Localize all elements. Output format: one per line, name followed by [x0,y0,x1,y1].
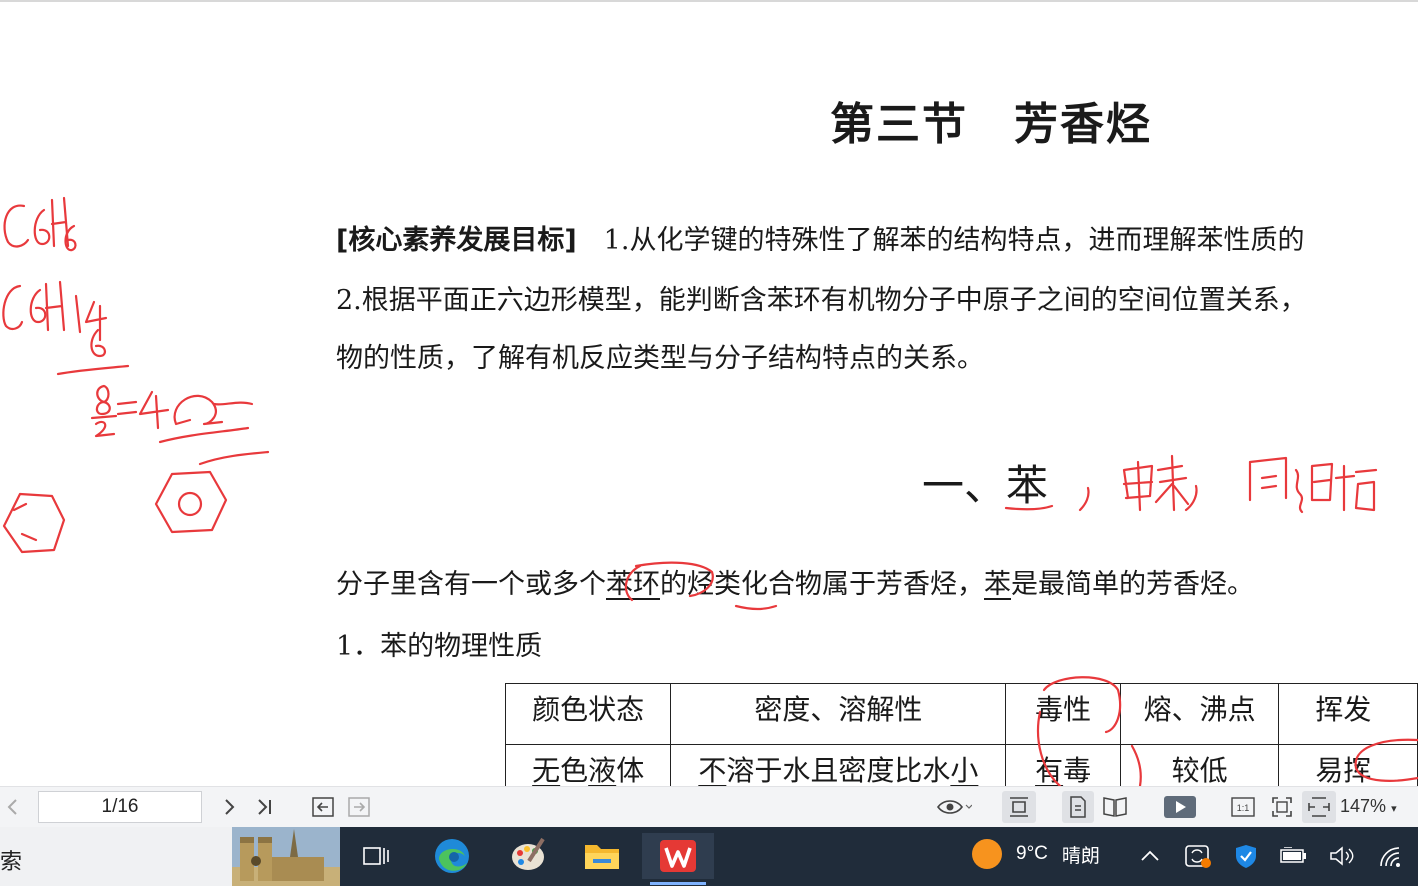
intro-text-benzene: 苯 [984,569,1011,600]
cell-text: 无 [532,754,561,786]
heading-name: 苯 [1006,461,1049,510]
handwriting-c6h14 [2,280,108,342]
weather-widget[interactable]: 9°C 晴朗 [972,839,1100,869]
fit-width-icon[interactable] [1302,791,1336,823]
handwriting-fraction-line [56,364,130,376]
fit-page-icon[interactable] [1270,795,1294,819]
cell-text: 有 [1035,754,1064,786]
goals-text-1: 1.从化学键的特殊性了解苯的结构特点，进而理解苯性质的 [576,225,1305,256]
heading-prefix: 一、 [922,461,1007,510]
actual-size-icon[interactable]: 1:1 [1230,795,1256,819]
cell-text: 溶于水且密度比水 [726,754,951,786]
table-header-cell: 毒性 [1005,683,1121,745]
single-page-scroll-icon[interactable] [1002,791,1036,823]
prev-page-icon[interactable] [2,795,22,819]
table-row: 无色液体 不溶于水且密度比水小 有毒 较低 易挥 [504,744,1418,786]
table-header-cell: 熔、沸点 [1119,683,1280,745]
document-page: 第三节 芳香烃 [核心素养发展目标] 1.从化学键的特殊性了解苯的结构特点，进而… [0,0,1418,786]
svg-text:1:1: 1:1 [1237,803,1250,813]
paint-app-icon[interactable] [502,833,554,879]
zoom-level: 147% [1340,796,1387,816]
table-header-cell: 颜色状态 [504,683,672,745]
search-text: 索 [0,849,23,874]
cell-text: 小 [950,754,979,786]
task-view-icon[interactable] [350,833,402,879]
table-cell: 较低 [1119,744,1280,786]
windows-taskbar: 索 9°C 晴朗 [0,827,1418,886]
battery-icon[interactable] [1278,841,1310,871]
goals-label: [核心素养发展目标] [336,225,577,256]
intro-text-e: 是最简单的芳香烃。 [1011,569,1254,600]
table-header-cell: 密度、溶解性 [670,683,1007,745]
section-title: 第三节 芳香烃 [830,99,1152,150]
goals-paragraph-line2: 2.根据平面正六边形模型，能判断含苯环有机物分子中原子之间的空间位置关系， [336,285,1307,316]
sunny-icon [972,839,1002,869]
table-cell: 易挥 [1278,744,1418,786]
heading-benzene: 一、苯 [922,452,1048,513]
back-icon[interactable] [312,795,334,819]
goals-paragraph-line1: [核心素养发展目标] 1.从化学键的特殊性了解苯的结构特点，进而理解苯性质的 [336,218,1304,257]
eye-protect-icon[interactable] [934,795,974,819]
cell-text: 体 [616,754,645,786]
handwriting-equals-four-ohm [116,390,270,466]
reader-toolbar: 1/16 1:1 147% ▾ [0,786,1418,827]
intro-paragraph: 分子里含有一个或多个苯环的烃类化合物属于芳香烃，苯是最简单的芳香烃。 [336,562,1254,601]
wifi-icon[interactable] [1374,841,1410,871]
zoom-level-dropdown[interactable]: 147% ▾ [1340,796,1397,817]
intro-text-c: 的烃类化合物属于芳香烃， [660,569,984,600]
last-page-icon[interactable] [254,795,276,819]
forward-icon[interactable] [348,795,370,819]
page-number-input[interactable]: 1/16 [38,791,202,823]
weather-description: 晴朗 [1061,845,1100,867]
cell-text: 液 [588,754,617,786]
volume-icon[interactable] [1326,841,1358,871]
weather-temperature: 9°C [1016,843,1048,864]
handwriting-six [90,328,106,358]
wps-office-icon[interactable] [642,833,714,885]
goals-paragraph-line3: 物的性质，了解有机反应类型与分子结构特点的关系。 [336,343,984,374]
active-app-indicator [650,882,706,885]
cell-text: 色 [560,754,589,786]
table-cell: 有毒 [1005,744,1121,786]
table-cell: 无色液体 [504,744,672,786]
handwriting-toluene-homolog [1078,454,1378,514]
intro-text-a: 分子里含有一个或多个 [336,569,606,600]
physical-properties-table: 颜色状态 密度、溶解性 毒性 熔、沸点 挥发 无色液体 不溶于水且密度比水小 有… [504,683,1418,786]
chevron-down-icon: ▾ [1391,803,1397,815]
table-header-row: 颜色状态 密度、溶解性 毒性 熔、沸点 挥发 [504,683,1418,745]
table-header-cell: 挥发 [1278,683,1418,745]
next-page-icon[interactable] [220,795,240,819]
cathedral-search-highlight-icon [232,827,340,886]
chevron-up-icon[interactable] [1136,841,1164,871]
double-page-icon[interactable] [1100,795,1130,819]
handwriting-hexagon-left [2,492,66,554]
cell-text: 毒 [1063,754,1092,786]
security-shield-icon[interactable] [1230,841,1262,871]
handwriting-underline-hydrocarbon [734,604,778,611]
handwriting-eight-over-two [90,384,118,438]
edge-browser-icon[interactable] [426,833,478,879]
single-page-icon[interactable] [1062,791,1094,823]
table-cell: 不溶于水且密度比水小 [670,744,1007,786]
handwriting-c6h6 [3,196,77,252]
cell-text: 不 [698,754,727,786]
handwriting-annotations-layer [2,196,1418,786]
handwriting-benzene-ring [154,470,228,534]
slideshow-play-icon[interactable] [1162,795,1198,819]
page-top-border [0,0,1418,2]
sync-app-icon[interactable] [1182,841,1214,871]
taskbar-search-box[interactable]: 索 [0,827,340,886]
intro-text-benzene-ring: 苯环 [606,569,660,600]
file-explorer-icon[interactable] [576,833,628,879]
subsection-heading: 1．苯的物理性质 [336,631,543,662]
